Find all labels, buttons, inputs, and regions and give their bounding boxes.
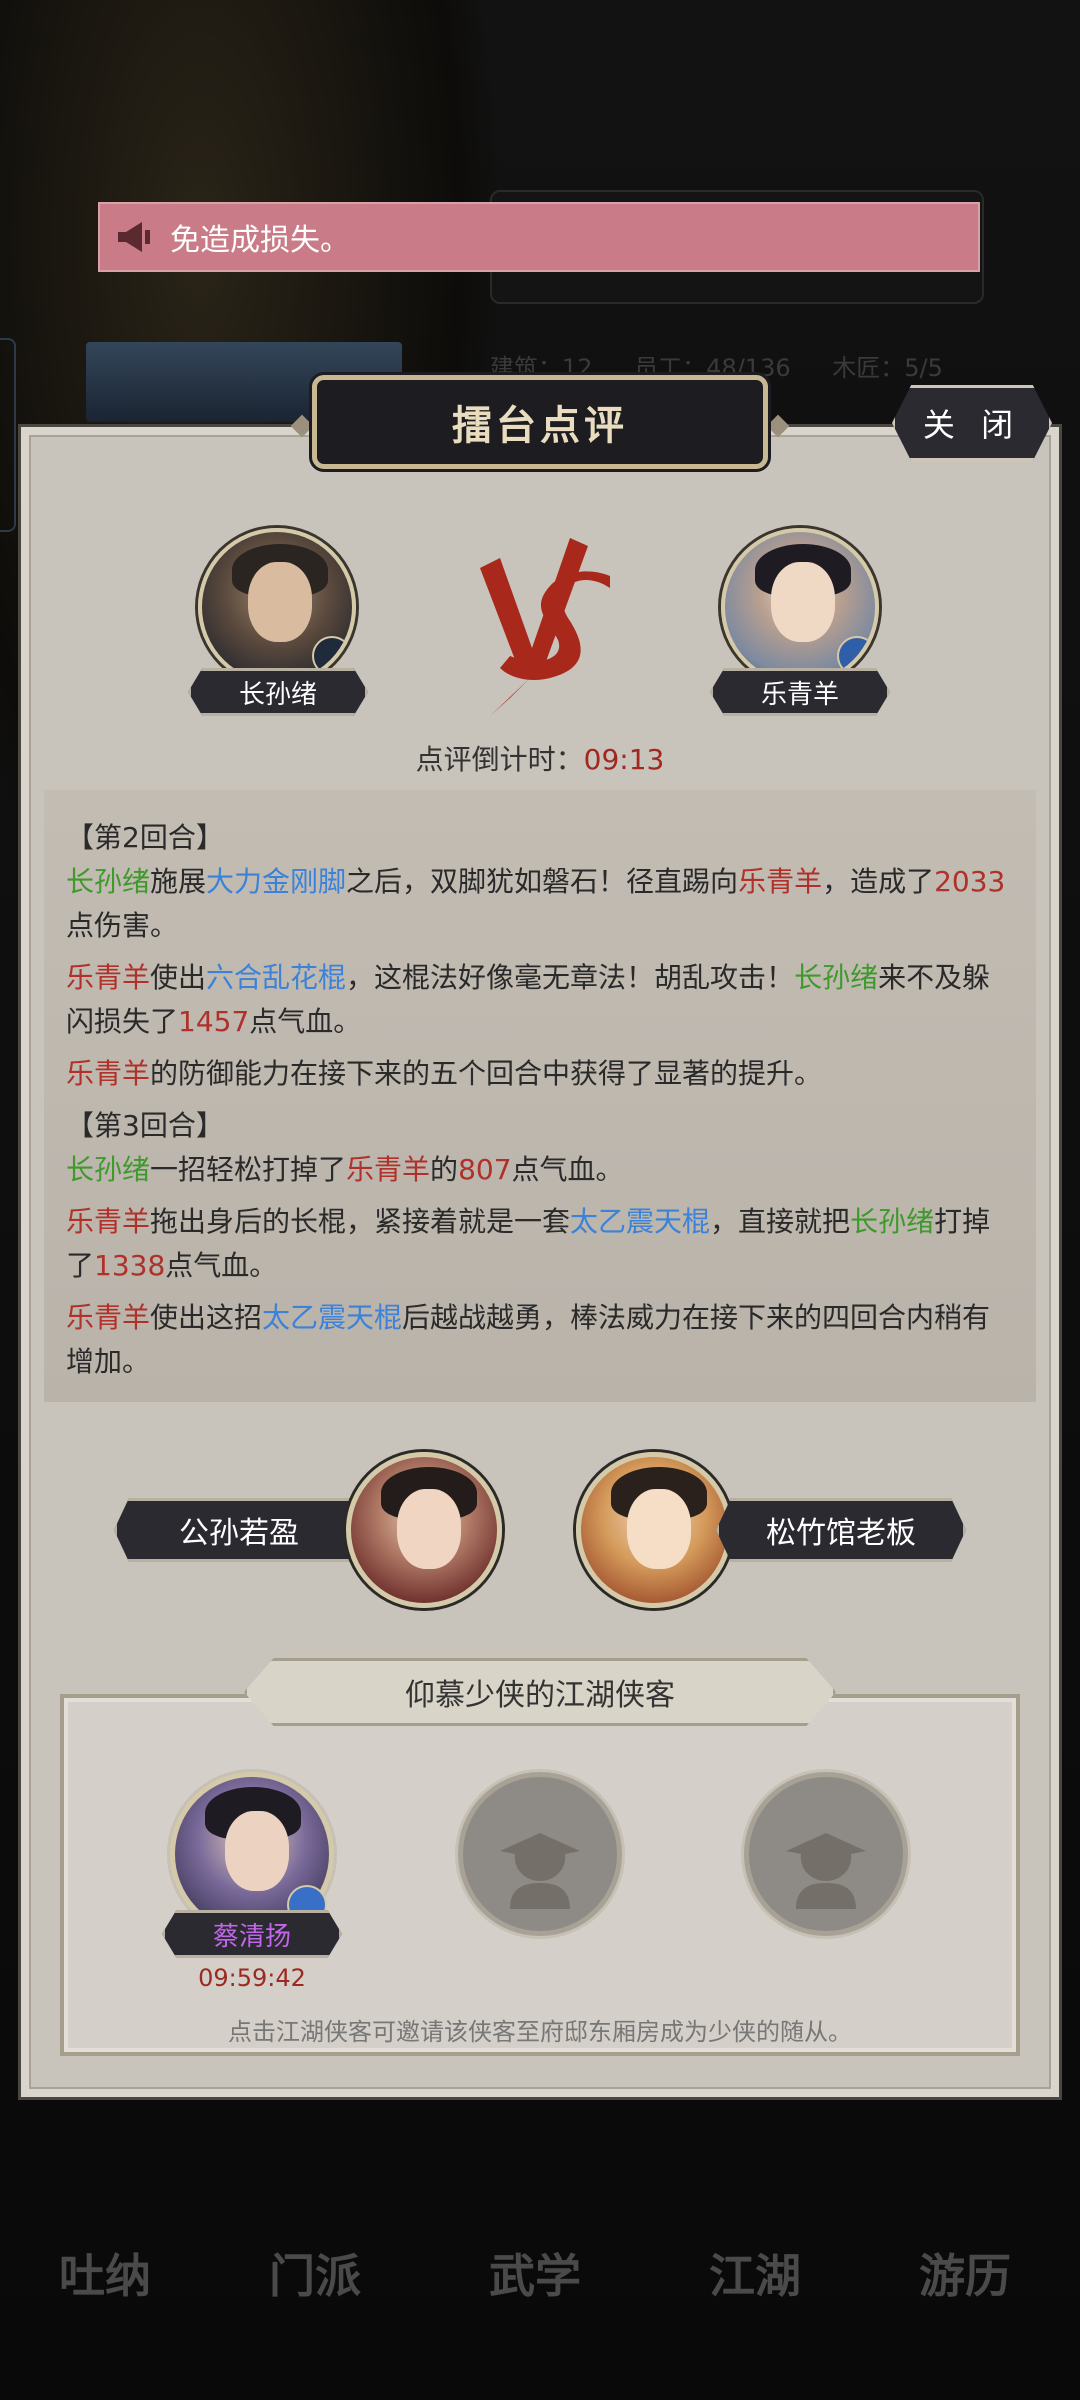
fighter-right-name: 乐青羊 xyxy=(710,668,890,716)
nav-item-martial-arts[interactable]: 武学 xyxy=(460,2240,610,2306)
log-line: 乐青羊的防御能力在接下来的五个回合中获得了显著的提升。 xyxy=(66,1057,823,1090)
vs-emblem xyxy=(480,538,610,716)
fighter-left-avatar[interactable] xyxy=(198,528,356,686)
close-button[interactable]: 关 闭 xyxy=(892,385,1052,461)
bottom-nav: 吐纳 门派 武学 江湖 游历 xyxy=(0,2150,1080,2400)
round-title: 【第3回合】 xyxy=(66,1109,224,1142)
admirers-title: 仰慕少侠的江湖侠客 xyxy=(244,1658,836,1726)
battle-log: 【第2回合】 长孙绪施展大力金刚脚之后，双脚犹如磐石！径直踢向乐青羊，造成了20… xyxy=(44,790,1036,1402)
npc-avatar-right[interactable] xyxy=(576,1452,732,1608)
nav-item-tuna[interactable]: 吐纳 xyxy=(30,2240,180,2306)
review-countdown: 点评倒计时：09:13 xyxy=(0,738,1080,778)
log-line: 长孙绪一招轻松打掉了乐青羊的807点气血。 xyxy=(66,1153,624,1186)
bg-stat: 木匠：5/5 xyxy=(832,354,943,382)
megaphone-icon xyxy=(112,215,156,259)
nav-item-jianghu[interactable]: 江湖 xyxy=(680,2240,830,2306)
log-line: 乐青羊使出六合乱花棍，这棍法好像毫无章法！胡乱攻击！长孙绪来不及躲闪损失了145… xyxy=(66,961,991,1038)
countdown-value: 09:13 xyxy=(583,743,665,776)
notice-text: 免造成损失。 xyxy=(170,223,350,258)
npc-name-right: 松竹馆老板 xyxy=(716,1498,966,1562)
round-title: 【第2回合】 xyxy=(66,821,224,854)
background-side-tab xyxy=(0,338,16,532)
notice-banner: 免造成损失。 xyxy=(98,202,980,272)
admirer-name: 蔡清扬 xyxy=(162,1910,342,1958)
nav-item-travel[interactable]: 游历 xyxy=(890,2240,1040,2306)
fighter-right-avatar[interactable] xyxy=(721,528,879,686)
silhouette-icon xyxy=(786,1833,866,1909)
admirer-slot-empty[interactable] xyxy=(458,1772,622,1936)
npc-avatar-left[interactable] xyxy=(346,1452,502,1608)
log-line: 乐青羊拖出身后的长棍，紧接着就是一套太乙震天棍，直接就把长孙绪打掉了1338点气… xyxy=(66,1205,991,1282)
admirer-slot-empty[interactable] xyxy=(744,1772,908,1936)
countdown-label: 点评倒计时： xyxy=(415,743,584,776)
dialog-title: 擂台点评 xyxy=(312,375,768,469)
admirers-hint: 点击江湖侠客可邀请该侠客至府邸东厢房成为少侠的随从。 xyxy=(228,2018,852,2046)
silhouette-icon xyxy=(500,1833,580,1909)
admirer-timer: 09:59:42 xyxy=(198,1964,306,1992)
nav-item-sect[interactable]: 门派 xyxy=(240,2240,390,2306)
npc-name-left: 公孙若盈 xyxy=(114,1498,364,1562)
fighter-left-name: 长孙绪 xyxy=(188,668,368,716)
log-line: 长孙绪施展大力金刚脚之后，双脚犹如磐石！径直踢向乐青羊，造成了2033点伤害。 xyxy=(66,865,1006,942)
log-line: 乐青羊使出这招太乙震天棍后越战越勇，棒法威力在接下来的四回合内稍有增加。 xyxy=(66,1301,991,1378)
